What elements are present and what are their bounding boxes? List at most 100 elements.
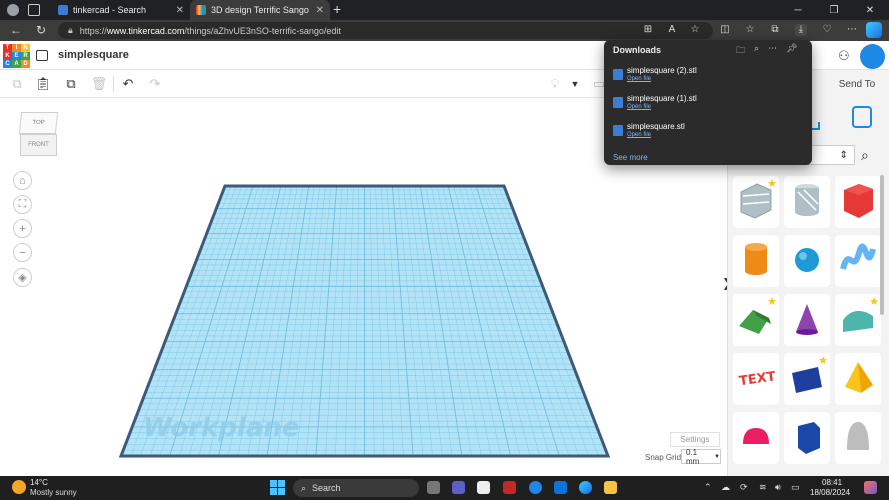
shape-tile-box-hole[interactable]: ★ (733, 176, 779, 228)
favorite-star-icon: ★ (869, 296, 879, 308)
avatar[interactable] (860, 44, 885, 69)
notes-icon[interactable] (852, 106, 872, 128)
logo-tile: E (12, 52, 21, 60)
app-icon[interactable] (529, 481, 542, 494)
shape-tile-pyramid[interactable] (835, 353, 881, 405)
shape-tile-text[interactable]: TEXT (733, 353, 779, 405)
open-file-link[interactable]: Open file (627, 132, 651, 138)
close-tab-icon[interactable]: ✕ (176, 5, 184, 16)
undo-icon[interactable]: ↶ (119, 75, 137, 93)
see-more-link[interactable]: See more (613, 153, 648, 162)
refresh-icon[interactable]: ↻ (36, 23, 46, 37)
tab-search[interactable]: tinkercad - Search ✕ (52, 0, 190, 20)
snap-grid-select[interactable]: 0.1 mm ▼ (681, 448, 721, 466)
start-icon[interactable] (270, 480, 285, 495)
delete-icon[interactable]: 🗑︎ (90, 75, 108, 93)
read-aloud-icon[interactable]: A (666, 24, 678, 36)
close-window-icon[interactable]: ✕ (852, 0, 888, 20)
copy-icon[interactable]: ⧉ (8, 75, 26, 93)
design-list-icon[interactable] (36, 50, 48, 61)
store-icon[interactable] (477, 481, 490, 494)
url-prefix: https:// (79, 25, 107, 36)
file-explorer-icon[interactable] (604, 481, 617, 494)
onedrive-icon[interactable]: ☁ (721, 482, 730, 493)
shape-tile-cylinder[interactable] (733, 235, 779, 287)
send-to-button[interactable]: Send To (830, 74, 884, 94)
wifi-icon[interactable]: ≋ (759, 482, 767, 493)
copilot-icon[interactable] (866, 22, 882, 38)
teams-icon[interactable] (452, 481, 465, 494)
download-item[interactable]: simplesquare (2).stl Open file (613, 66, 803, 88)
url-field[interactable]: 🔒︎ https://www.tinkercad.com/things/aZhv… (58, 22, 713, 39)
browser-essentials-icon[interactable]: ♡ (821, 24, 833, 36)
scribble-icon (840, 243, 876, 270)
edge-icon[interactable] (579, 481, 592, 494)
taskbar-search[interactable]: ⌕ Search (293, 479, 419, 497)
download-item[interactable]: simplesquare.stl Open file (613, 122, 803, 144)
close-tab-icon[interactable]: ✕ (316, 5, 324, 16)
minimize-icon[interactable]: ─ (780, 0, 816, 20)
open-file-link[interactable]: Open file (627, 76, 651, 82)
shape-tile-scribble[interactable] (835, 235, 881, 287)
back-icon[interactable]: ← (10, 23, 22, 37)
logo-tile: D (21, 60, 30, 68)
sync-icon[interactable]: ⟳ (740, 482, 748, 493)
search-label: Search (312, 483, 341, 493)
paste-icon[interactable]: 📋︎ (34, 75, 52, 93)
search-icon[interactable]: ⌕ (754, 43, 759, 59)
clock-date[interactable]: 18/08/2024 (810, 488, 850, 497)
new-tab-icon[interactable]: + (333, 1, 341, 17)
copilot-taskbar-icon[interactable] (864, 481, 877, 494)
chevron-up-icon[interactable]: ⌃ (704, 482, 712, 493)
tinkercad-logo[interactable]: TIN KER CAD (3, 44, 30, 68)
design-name[interactable]: simplesquare (58, 49, 129, 61)
duplicate-icon[interactable]: ⧉ (62, 75, 80, 93)
panel-scrollbar[interactable] (880, 175, 884, 315)
downloads-icon[interactable]: ⤓ (795, 24, 807, 36)
chevron-down-icon[interactable]: ▼ (566, 75, 584, 93)
shape-tile-polygon[interactable] (784, 412, 830, 464)
file-icon (613, 125, 623, 136)
shape-tile-half-sphere[interactable] (733, 412, 779, 464)
app-available-icon[interactable]: ⊞ (642, 24, 654, 36)
collections-icon[interactable]: ⧉ (769, 24, 781, 36)
lightbulb-icon[interactable]: 💡︎ (546, 75, 564, 93)
logo-tile: C (3, 60, 12, 68)
download-item[interactable]: simplesquare (1).stl Open file (613, 94, 803, 116)
tab-actions-icon[interactable] (28, 4, 40, 16)
shape-tile-sphere[interactable] (784, 235, 830, 287)
task-view-icon[interactable] (427, 481, 440, 494)
shape-tile-cone[interactable] (784, 294, 830, 346)
sphere-icon (795, 248, 819, 272)
search-icon[interactable]: ⌕ (861, 147, 869, 164)
volume-icon[interactable]: 🔊︎ (775, 482, 781, 493)
settings-button[interactable]: Settings (670, 432, 720, 447)
more-menu-icon[interactable]: ⋯ (846, 24, 858, 36)
shape-tile-cylinder-hole[interactable] (784, 176, 830, 228)
shape-tile-round-roof[interactable]: ★ (835, 294, 881, 346)
split-screen-icon[interactable]: ◫ (719, 24, 731, 36)
open-file-link[interactable]: Open file (627, 104, 651, 110)
mail-icon[interactable] (554, 481, 567, 494)
shape-tile-wedge[interactable]: ★ (784, 353, 830, 405)
weather-desc[interactable]: Mostly sunny (30, 488, 77, 497)
favorite-star-icon[interactable]: ☆ (689, 24, 701, 36)
more-icon[interactable]: ⋯ (768, 43, 777, 59)
clock-time[interactable]: 08:41 (822, 478, 842, 487)
open-folder-icon[interactable]: 🗀︎ (736, 43, 745, 59)
redo-icon[interactable]: ↷ (146, 75, 164, 93)
weather-temp[interactable]: 14°C (30, 478, 48, 487)
shape-tile-roof[interactable]: ★ (733, 294, 779, 346)
shape-tile-paraboloid[interactable] (835, 412, 881, 464)
favorites-icon[interactable]: ☆ (744, 24, 756, 36)
shape-tile-box[interactable] (835, 176, 881, 228)
maximize-icon[interactable]: ❐ (816, 0, 852, 20)
add-user-icon[interactable]: ⚇ (838, 48, 850, 64)
pin-icon[interactable]: 📌︎ (786, 43, 797, 59)
tab-tinkercad[interactable]: 3D design Terrific Sango - Tinkercad ✕ (190, 0, 330, 20)
downloads-title: Downloads (613, 45, 662, 55)
weather-icon[interactable] (12, 480, 26, 494)
mcafee-icon[interactable] (503, 481, 516, 494)
battery-icon[interactable]: ▭ (791, 482, 800, 493)
profile-icon[interactable] (7, 4, 19, 16)
